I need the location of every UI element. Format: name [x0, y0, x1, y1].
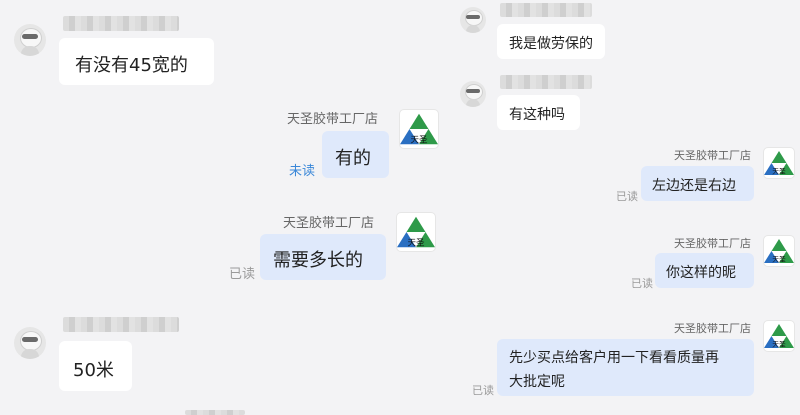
message-bubble[interactable]: 有的: [322, 131, 389, 178]
svg-text:天圣: 天圣: [410, 134, 428, 145]
message-bubble[interactable]: 有这种吗: [497, 95, 580, 130]
message-text: 有这种吗: [509, 107, 565, 123]
svg-text:天圣: 天圣: [772, 168, 786, 176]
customer-name-blurred: [500, 75, 592, 89]
customer-avatar[interactable]: [460, 81, 486, 107]
read-status: 已读: [616, 190, 638, 203]
read-status: 已读: [631, 277, 653, 290]
message-text-line-1: 先少买点给客户用一下看看质量再: [509, 350, 719, 366]
message-bubble[interactable]: 先少买点给客户用一下看看质量再 大批定呢: [497, 339, 754, 396]
message-bubble[interactable]: 需要多长的: [260, 234, 386, 280]
sender-name: 天圣胶带工厂店: [674, 149, 751, 162]
partial-message-blurred: [185, 410, 245, 415]
shop-logo-icon: 天圣: [764, 239, 794, 264]
sender-name: 天圣胶带工厂店: [674, 322, 751, 335]
svg-text:天圣: 天圣: [407, 237, 425, 248]
sender-name: 天圣胶带工厂店: [287, 112, 379, 127]
chat-panel-left: 有没有45宽的 天圣胶带工厂店 天圣 有的 未读 天圣胶带工厂店 天圣 需要多长…: [0, 0, 450, 415]
svg-text:天圣: 天圣: [772, 256, 786, 264]
message-bubble[interactable]: 我是做劳保的: [497, 24, 605, 59]
read-status: 已读: [229, 267, 256, 282]
shop-avatar[interactable]: 天圣: [396, 212, 436, 252]
customer-avatar[interactable]: [14, 24, 46, 56]
shop-logo-icon: 天圣: [764, 151, 794, 176]
message-bubble[interactable]: 左边还是右边: [641, 166, 754, 201]
svg-text:天圣: 天圣: [772, 341, 786, 349]
customer-name-blurred: [63, 317, 179, 332]
message-text-line-2: 大批定呢: [509, 374, 565, 390]
shop-logo-icon: 天圣: [764, 324, 794, 349]
shop-logo-icon: 天圣: [400, 113, 438, 145]
chat-panel-right: 我是做劳保的 有这种吗 天圣胶带工厂店 天圣 左边还是右边 已读 天圣胶带工厂店…: [452, 0, 800, 415]
customer-avatar[interactable]: [460, 7, 486, 33]
message-bubble[interactable]: 有没有45宽的: [59, 38, 214, 85]
message-text: 我是做劳保的: [509, 36, 593, 52]
customer-name-blurred: [500, 3, 592, 17]
sender-name: 天圣胶带工厂店: [674, 237, 751, 250]
unread-status: 未读: [289, 164, 316, 179]
shop-logo-icon: 天圣: [397, 216, 435, 248]
customer-avatar[interactable]: [14, 327, 46, 359]
message-text: 有的: [335, 148, 371, 169]
message-text: 50米: [73, 360, 114, 381]
shop-avatar[interactable]: 天圣: [763, 147, 795, 179]
customer-name-blurred: [63, 16, 179, 31]
message-text: 有没有45宽的: [75, 55, 188, 76]
message-bubble[interactable]: 50米: [59, 341, 132, 391]
shop-avatar[interactable]: 天圣: [763, 235, 795, 267]
read-status: 已读: [472, 384, 494, 397]
sender-name: 天圣胶带工厂店: [283, 216, 375, 231]
message-text: 需要多长的: [273, 250, 363, 271]
message-text: 你这样的昵: [666, 265, 736, 281]
shop-avatar[interactable]: 天圣: [399, 109, 439, 149]
shop-avatar[interactable]: 天圣: [763, 320, 795, 352]
message-text: 左边还是右边: [652, 178, 736, 194]
message-bubble[interactable]: 你这样的昵: [655, 253, 754, 288]
